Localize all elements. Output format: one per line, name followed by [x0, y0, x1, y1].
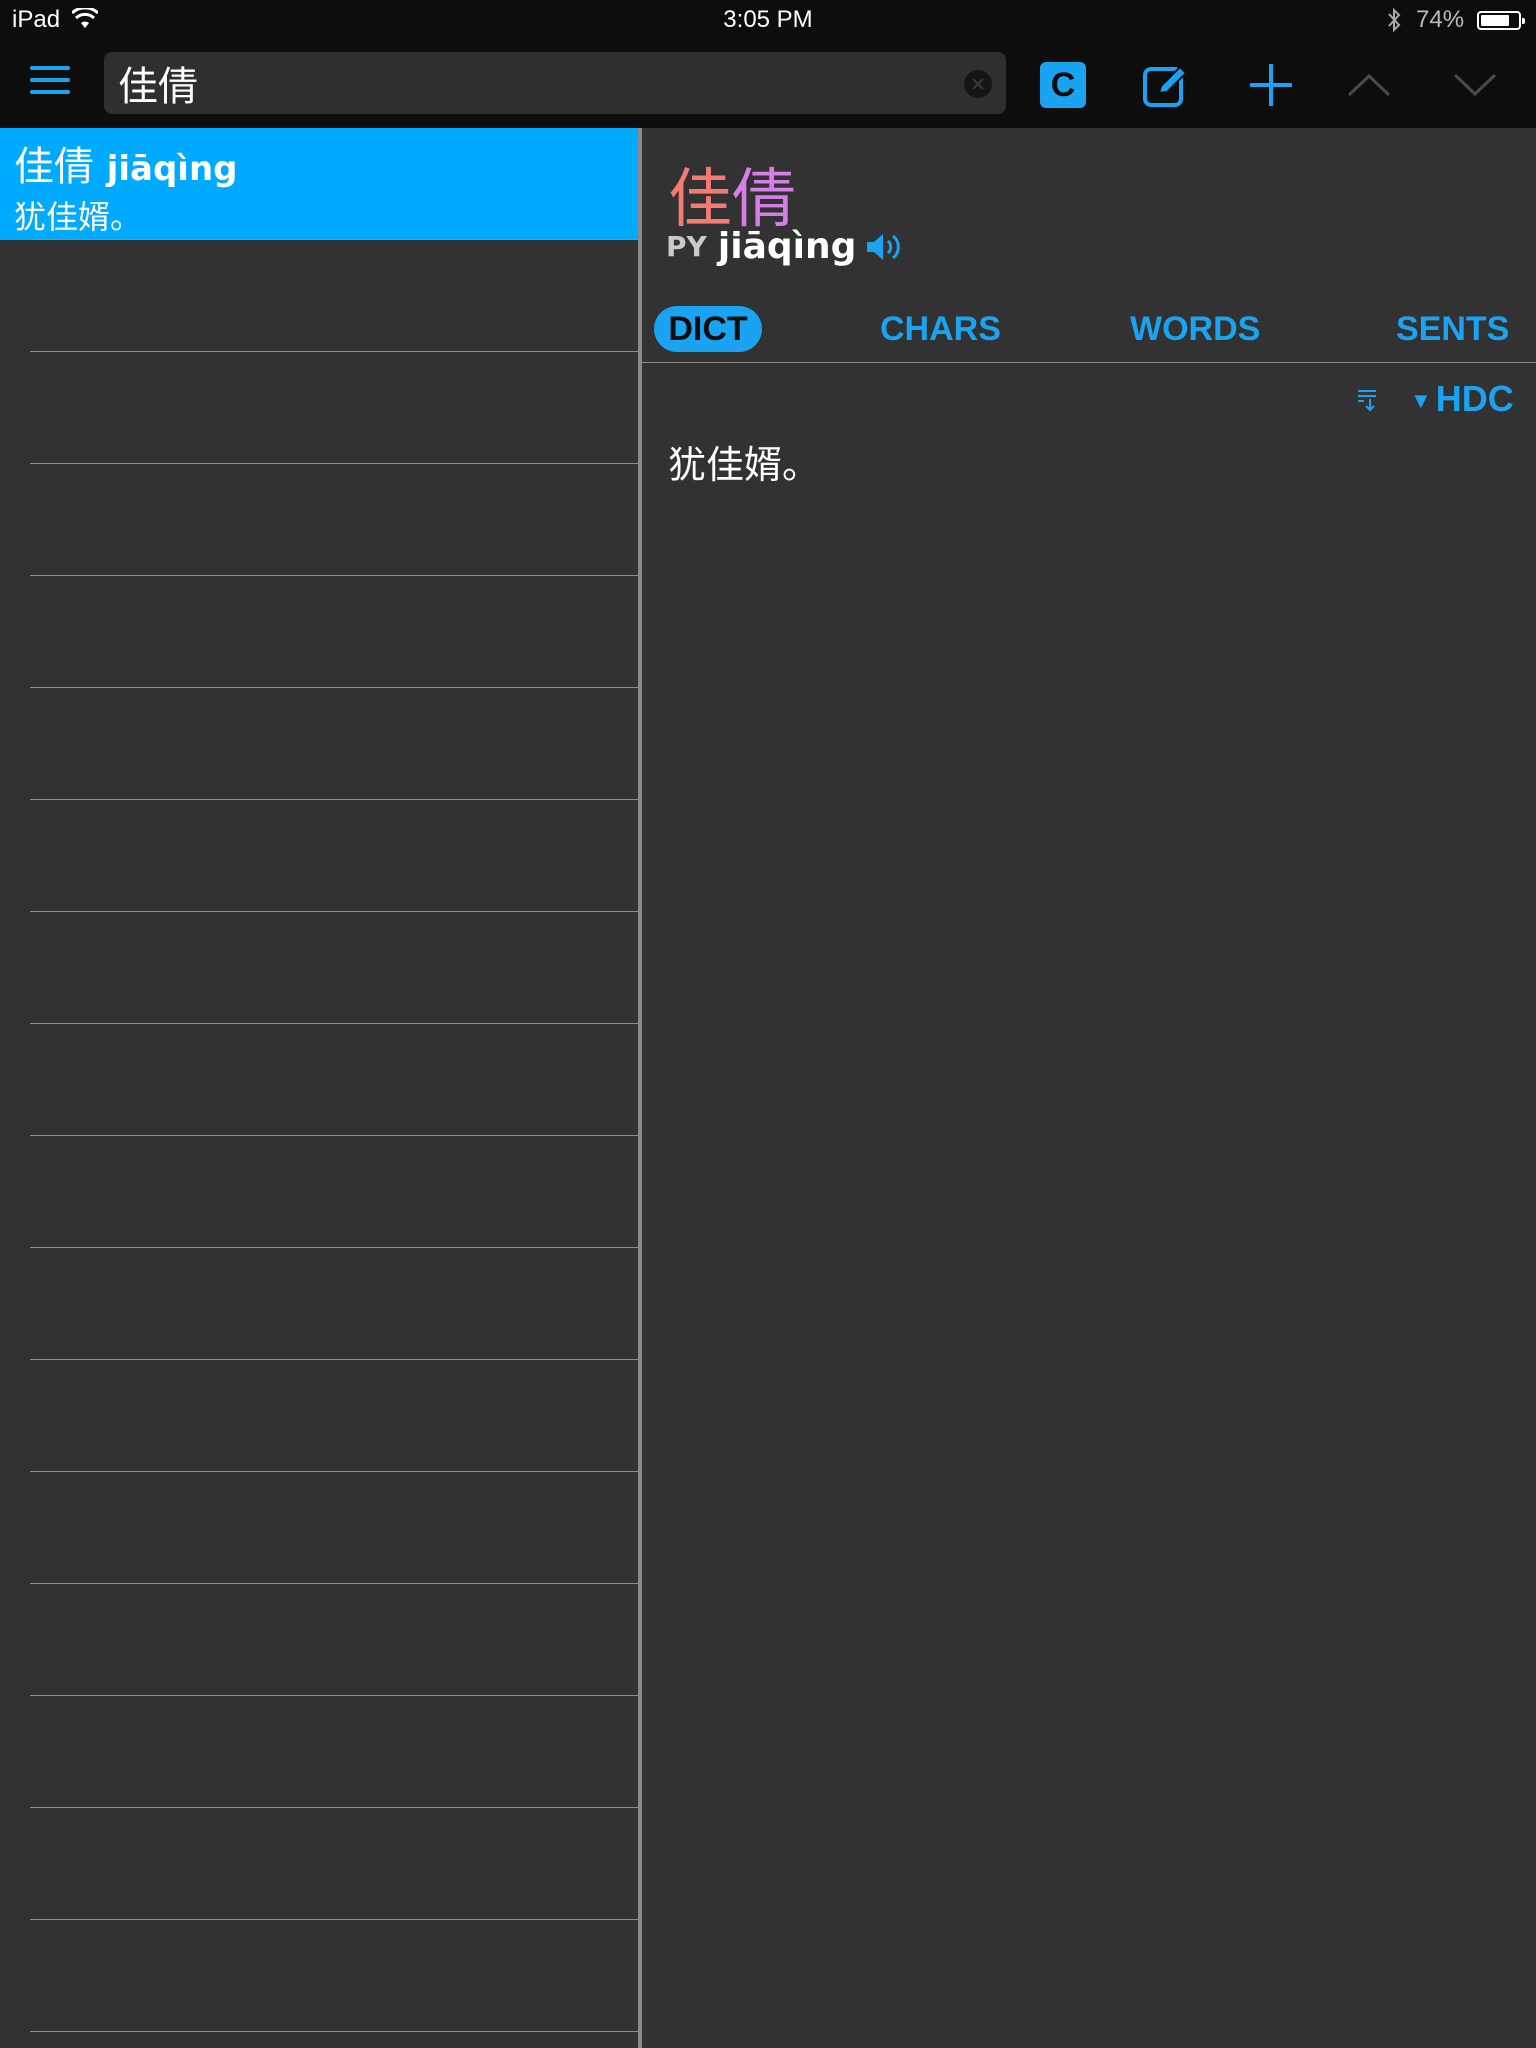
results-list: 佳倩 jiāqìng 犹佳婿。 [0, 128, 638, 2048]
speaker-icon[interactable] [865, 230, 905, 264]
search-input[interactable] [118, 58, 938, 108]
result-title: 佳倩 jiāqìng [14, 134, 238, 192]
tab-words[interactable]: WORDS [1130, 306, 1260, 352]
result-pinyin: jiāqìng [106, 149, 238, 189]
result-headword: 佳倩 [14, 144, 94, 190]
edit-icon[interactable] [1142, 60, 1192, 110]
status-bar: iPad 3:05 PM 74% [0, 0, 1536, 40]
source-label: HDC [1435, 378, 1514, 419]
sort-icon[interactable] [1356, 388, 1378, 412]
list-item-empty [0, 800, 638, 912]
definition-text: 犹佳婿。 [668, 443, 821, 487]
tab-dict[interactable]: DICT [654, 306, 762, 352]
c-button[interactable]: C [1040, 62, 1086, 108]
detail-pane: 佳倩 PY jiāqìng DICT CHARS WORDS SENTS ▼ HD… [642, 128, 1536, 2048]
clear-icon[interactable] [964, 70, 992, 98]
list-item-empty [0, 1248, 638, 1360]
list-item-empty [0, 1136, 638, 1248]
menu-icon[interactable] [30, 66, 74, 102]
result-row-selected[interactable]: 佳倩 jiāqìng 犹佳婿。 [0, 128, 638, 240]
list-item-empty [0, 1360, 638, 1472]
search-box [104, 52, 1006, 114]
tab-chars[interactable]: CHARS [880, 306, 1001, 352]
list-item-empty [0, 688, 638, 800]
list-item-empty [0, 912, 638, 1024]
chevron-down-icon[interactable] [1452, 70, 1498, 100]
toolbar: C [0, 40, 1536, 128]
pinyin-text: jiāqìng [717, 226, 857, 267]
list-item-empty [0, 1584, 638, 1696]
source-toggle[interactable]: ▼ HDC [1410, 378, 1514, 420]
list-item-empty [0, 240, 638, 352]
bluetooth-icon [1388, 7, 1401, 33]
tab-bar: DICT CHARS WORDS SENTS [642, 296, 1536, 362]
result-definition: 犹佳婿。 [14, 198, 143, 236]
list-item-empty [0, 576, 638, 688]
row-separator [30, 2031, 638, 2032]
battery-fill [1481, 15, 1509, 26]
list-item-empty [0, 352, 638, 464]
list-item-empty [0, 464, 638, 576]
plus-icon[interactable] [1248, 62, 1294, 108]
battery-percent: 74% [1416, 6, 1465, 33]
tab-sents[interactable]: SENTS [1396, 306, 1509, 352]
list-item-empty [0, 1472, 638, 1584]
list-item-empty [0, 1920, 638, 2032]
list-item-empty [0, 1696, 638, 1808]
battery-icon [1477, 11, 1525, 30]
chevron-up-icon[interactable] [1346, 70, 1392, 100]
list-item-empty [0, 1024, 638, 1136]
list-item-empty [0, 1808, 638, 1920]
pinyin-label: PY [666, 230, 707, 263]
tab-divider [642, 362, 1536, 363]
triangle-down-icon: ▼ [1410, 388, 1432, 414]
pinyin-row: PY jiāqìng [666, 226, 905, 276]
clock: 3:05 PM [723, 6, 813, 33]
